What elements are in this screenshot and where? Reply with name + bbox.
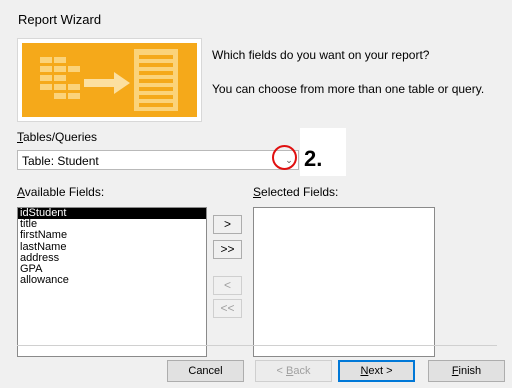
window-title: Report Wizard — [18, 12, 102, 27]
annotation-step-label: 2. — [304, 146, 323, 171]
list-item[interactable]: allowance — [18, 274, 206, 286]
intro-hint: You can choose from more than one table … — [212, 82, 485, 96]
add-all-fields-button[interactable]: >> — [213, 240, 242, 259]
tables-queries-select[interactable]: Table: Student ⌄ — [17, 150, 299, 170]
list-item[interactable]: idStudent — [18, 207, 206, 220]
report-wizard-banner-icon — [18, 39, 201, 121]
tables-queries-label: Tables/Queries — [17, 130, 98, 144]
annotation-circle — [272, 145, 297, 170]
next-button[interactable]: Next > — [338, 360, 415, 382]
cancel-button[interactable]: Cancel — [167, 360, 244, 382]
available-fields-list[interactable]: idStudent title firstName lastName addre… — [17, 207, 207, 357]
footer-divider — [17, 345, 497, 346]
tables-queries-value: Table: Student — [22, 154, 99, 168]
remove-field-button[interactable]: < — [213, 276, 242, 295]
back-button[interactable]: < Back — [255, 360, 332, 382]
remove-all-fields-button[interactable]: << — [213, 299, 242, 318]
list-item[interactable]: firstName — [18, 230, 206, 241]
intro-question: Which fields do you want on your report? — [212, 48, 430, 62]
selected-fields-list[interactable] — [253, 207, 435, 357]
available-fields-label: Available Fields: — [17, 185, 105, 199]
wizard-banner — [17, 38, 202, 122]
list-item[interactable]: address — [18, 252, 206, 264]
finish-button[interactable]: Finish — [428, 360, 505, 382]
selected-fields-label: Selected Fields: — [253, 185, 339, 199]
add-field-button[interactable]: > — [213, 215, 242, 234]
